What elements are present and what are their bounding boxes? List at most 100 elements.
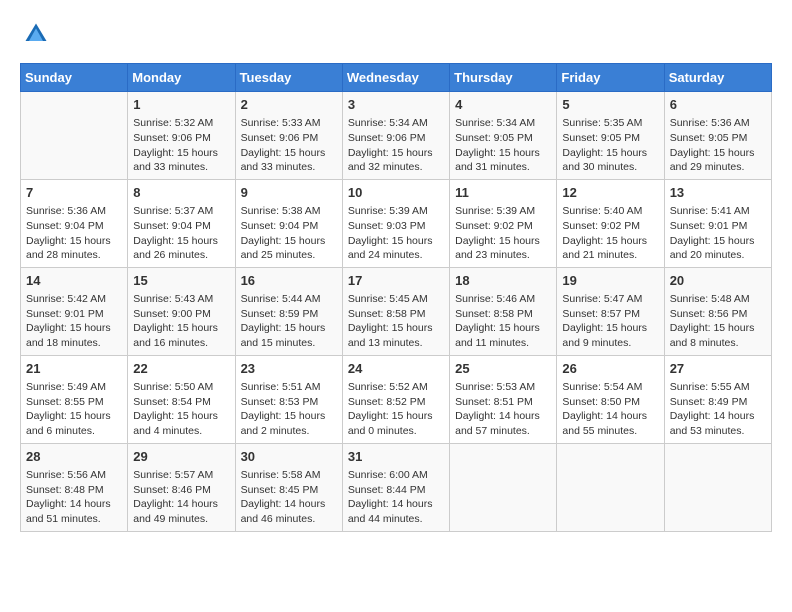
calendar-cell: 23 Sunrise: 5:51 AMSunset: 8:53 PMDayligh… bbox=[235, 355, 342, 443]
day-number: 7 bbox=[26, 184, 122, 202]
calendar-cell: 26 Sunrise: 5:54 AMSunset: 8:50 PMDayligh… bbox=[557, 355, 664, 443]
day-number: 3 bbox=[348, 96, 444, 114]
day-info: Sunrise: 5:35 AMSunset: 9:05 PMDaylight:… bbox=[562, 116, 658, 175]
calendar-cell: 24 Sunrise: 5:52 AMSunset: 8:52 PMDayligh… bbox=[342, 355, 449, 443]
calendar-cell bbox=[21, 92, 128, 180]
day-number: 4 bbox=[455, 96, 551, 114]
day-number: 18 bbox=[455, 272, 551, 290]
day-number: 16 bbox=[241, 272, 337, 290]
day-info: Sunrise: 5:36 AMSunset: 9:04 PMDaylight:… bbox=[26, 204, 122, 263]
day-info: Sunrise: 5:36 AMSunset: 9:05 PMDaylight:… bbox=[670, 116, 766, 175]
day-number: 9 bbox=[241, 184, 337, 202]
day-number: 25 bbox=[455, 360, 551, 378]
calendar-cell: 2 Sunrise: 5:33 AMSunset: 9:06 PMDaylight… bbox=[235, 92, 342, 180]
days-header-row: SundayMondayTuesdayWednesdayThursdayFrid… bbox=[21, 64, 772, 92]
day-number: 11 bbox=[455, 184, 551, 202]
day-header-saturday: Saturday bbox=[664, 64, 771, 92]
day-info: Sunrise: 5:43 AMSunset: 9:00 PMDaylight:… bbox=[133, 292, 229, 351]
page-header bbox=[20, 20, 772, 53]
day-header-thursday: Thursday bbox=[450, 64, 557, 92]
day-number: 19 bbox=[562, 272, 658, 290]
day-header-sunday: Sunday bbox=[21, 64, 128, 92]
day-number: 27 bbox=[670, 360, 766, 378]
calendar-cell bbox=[557, 443, 664, 531]
day-number: 15 bbox=[133, 272, 229, 290]
day-number: 14 bbox=[26, 272, 122, 290]
day-number: 23 bbox=[241, 360, 337, 378]
day-number: 17 bbox=[348, 272, 444, 290]
calendar-cell: 29 Sunrise: 5:57 AMSunset: 8:46 PMDayligh… bbox=[128, 443, 235, 531]
day-info: Sunrise: 5:42 AMSunset: 9:01 PMDaylight:… bbox=[26, 292, 122, 351]
calendar-cell: 6 Sunrise: 5:36 AMSunset: 9:05 PMDaylight… bbox=[664, 92, 771, 180]
calendar-cell: 13 Sunrise: 5:41 AMSunset: 9:01 PMDayligh… bbox=[664, 179, 771, 267]
day-info: Sunrise: 5:38 AMSunset: 9:04 PMDaylight:… bbox=[241, 204, 337, 263]
day-info: Sunrise: 5:54 AMSunset: 8:50 PMDaylight:… bbox=[562, 380, 658, 439]
day-number: 8 bbox=[133, 184, 229, 202]
day-info: Sunrise: 5:58 AMSunset: 8:45 PMDaylight:… bbox=[241, 468, 337, 527]
day-number: 24 bbox=[348, 360, 444, 378]
day-number: 31 bbox=[348, 448, 444, 466]
day-info: Sunrise: 5:37 AMSunset: 9:04 PMDaylight:… bbox=[133, 204, 229, 263]
day-info: Sunrise: 5:34 AMSunset: 9:06 PMDaylight:… bbox=[348, 116, 444, 175]
week-row-4: 21Sunrise: 5:49 AMSunset: 8:55 PMDayligh… bbox=[21, 355, 772, 443]
calendar-cell: 15 Sunrise: 5:43 AMSunset: 9:00 PMDayligh… bbox=[128, 267, 235, 355]
day-number: 30 bbox=[241, 448, 337, 466]
day-number: 22 bbox=[133, 360, 229, 378]
calendar-cell: 12 Sunrise: 5:40 AMSunset: 9:02 PMDayligh… bbox=[557, 179, 664, 267]
day-info: Sunrise: 5:51 AMSunset: 8:53 PMDaylight:… bbox=[241, 380, 337, 439]
day-info: Sunrise: 5:49 AMSunset: 8:55 PMDaylight:… bbox=[26, 380, 122, 439]
day-header-wednesday: Wednesday bbox=[342, 64, 449, 92]
day-number: 1 bbox=[133, 96, 229, 114]
day-info: Sunrise: 5:44 AMSunset: 8:59 PMDaylight:… bbox=[241, 292, 337, 351]
calendar-cell: 22 Sunrise: 5:50 AMSunset: 8:54 PMDayligh… bbox=[128, 355, 235, 443]
day-info: Sunrise: 5:34 AMSunset: 9:05 PMDaylight:… bbox=[455, 116, 551, 175]
day-info: Sunrise: 5:48 AMSunset: 8:56 PMDaylight:… bbox=[670, 292, 766, 351]
day-number: 5 bbox=[562, 96, 658, 114]
calendar-cell: 4 Sunrise: 5:34 AMSunset: 9:05 PMDaylight… bbox=[450, 92, 557, 180]
day-info: Sunrise: 5:46 AMSunset: 8:58 PMDaylight:… bbox=[455, 292, 551, 351]
calendar-cell: 16 Sunrise: 5:44 AMSunset: 8:59 PMDayligh… bbox=[235, 267, 342, 355]
calendar-table: SundayMondayTuesdayWednesdayThursdayFrid… bbox=[20, 63, 772, 532]
day-number: 13 bbox=[670, 184, 766, 202]
day-number: 20 bbox=[670, 272, 766, 290]
calendar-cell: 14 Sunrise: 5:42 AMSunset: 9:01 PMDayligh… bbox=[21, 267, 128, 355]
day-info: Sunrise: 5:53 AMSunset: 8:51 PMDaylight:… bbox=[455, 380, 551, 439]
day-number: 26 bbox=[562, 360, 658, 378]
day-number: 6 bbox=[670, 96, 766, 114]
calendar-cell: 17 Sunrise: 5:45 AMSunset: 8:58 PMDayligh… bbox=[342, 267, 449, 355]
day-header-friday: Friday bbox=[557, 64, 664, 92]
calendar-cell: 11Sunrise: 5:39 AMSunset: 9:02 PMDayligh… bbox=[450, 179, 557, 267]
calendar-cell: 19Sunrise: 5:47 AMSunset: 8:57 PMDayligh… bbox=[557, 267, 664, 355]
day-info: Sunrise: 5:33 AMSunset: 9:06 PMDaylight:… bbox=[241, 116, 337, 175]
day-info: Sunrise: 5:32 AMSunset: 9:06 PMDaylight:… bbox=[133, 116, 229, 175]
calendar-cell: 31Sunrise: 6:00 AMSunset: 8:44 PMDayligh… bbox=[342, 443, 449, 531]
calendar-cell: 21Sunrise: 5:49 AMSunset: 8:55 PMDayligh… bbox=[21, 355, 128, 443]
calendar-cell: 5 Sunrise: 5:35 AMSunset: 9:05 PMDaylight… bbox=[557, 92, 664, 180]
day-number: 2 bbox=[241, 96, 337, 114]
day-info: Sunrise: 5:57 AMSunset: 8:46 PMDaylight:… bbox=[133, 468, 229, 527]
day-info: Sunrise: 5:50 AMSunset: 8:54 PMDaylight:… bbox=[133, 380, 229, 439]
logo bbox=[20, 20, 50, 53]
calendar-cell: 10 Sunrise: 5:39 AMSunset: 9:03 PMDayligh… bbox=[342, 179, 449, 267]
day-info: Sunrise: 5:52 AMSunset: 8:52 PMDaylight:… bbox=[348, 380, 444, 439]
day-info: Sunrise: 5:41 AMSunset: 9:01 PMDaylight:… bbox=[670, 204, 766, 263]
week-row-2: 7 Sunrise: 5:36 AMSunset: 9:04 PMDaylight… bbox=[21, 179, 772, 267]
calendar-cell bbox=[450, 443, 557, 531]
calendar-cell: 30 Sunrise: 5:58 AMSunset: 8:45 PMDayligh… bbox=[235, 443, 342, 531]
day-info: Sunrise: 5:45 AMSunset: 8:58 PMDaylight:… bbox=[348, 292, 444, 351]
day-number: 12 bbox=[562, 184, 658, 202]
calendar-cell: 20 Sunrise: 5:48 AMSunset: 8:56 PMDayligh… bbox=[664, 267, 771, 355]
calendar-cell: 28 Sunrise: 5:56 AMSunset: 8:48 PMDayligh… bbox=[21, 443, 128, 531]
day-info: Sunrise: 5:39 AMSunset: 9:03 PMDaylight:… bbox=[348, 204, 444, 263]
day-info: Sunrise: 5:40 AMSunset: 9:02 PMDaylight:… bbox=[562, 204, 658, 263]
calendar-cell: 3 Sunrise: 5:34 AMSunset: 9:06 PMDaylight… bbox=[342, 92, 449, 180]
day-number: 29 bbox=[133, 448, 229, 466]
calendar-cell: 25 Sunrise: 5:53 AMSunset: 8:51 PMDayligh… bbox=[450, 355, 557, 443]
day-info: Sunrise: 5:56 AMSunset: 8:48 PMDaylight:… bbox=[26, 468, 122, 527]
calendar-cell: 7 Sunrise: 5:36 AMSunset: 9:04 PMDaylight… bbox=[21, 179, 128, 267]
calendar-cell: 9 Sunrise: 5:38 AMSunset: 9:04 PMDaylight… bbox=[235, 179, 342, 267]
day-number: 10 bbox=[348, 184, 444, 202]
day-header-monday: Monday bbox=[128, 64, 235, 92]
day-number: 28 bbox=[26, 448, 122, 466]
week-row-1: 1 Sunrise: 5:32 AMSunset: 9:06 PMDaylight… bbox=[21, 92, 772, 180]
